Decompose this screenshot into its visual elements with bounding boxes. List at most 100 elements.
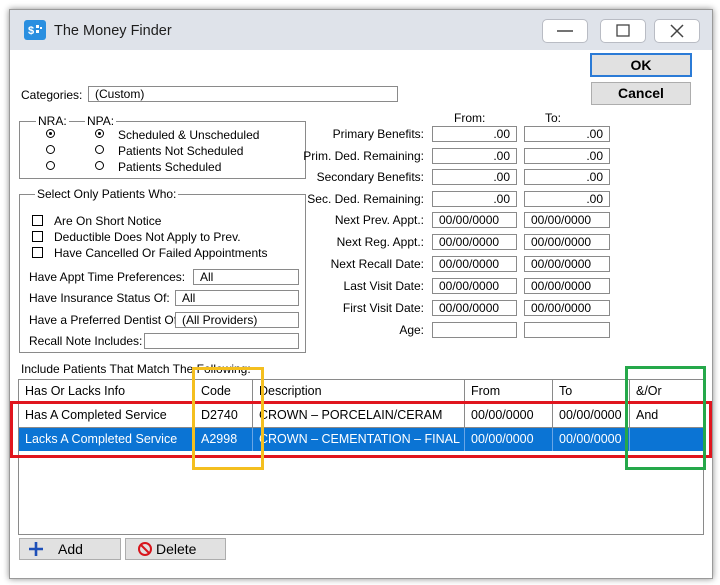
ok-label: OK — [630, 57, 652, 73]
to-header: To: — [545, 111, 562, 125]
range-from-field[interactable]: .00 — [432, 191, 517, 207]
title-bar: $ The Money Finder — [10, 10, 712, 50]
short-notice-label: Are On Short Notice — [54, 214, 162, 228]
range-label: First Visit Date: — [342, 301, 424, 315]
npa-radio-2[interactable] — [95, 161, 104, 170]
nra-label: NRA: — [36, 114, 69, 128]
match-table-caption: Include Patients That Match The Followin… — [21, 362, 251, 376]
delete-circle-icon — [138, 542, 152, 556]
table-cell: 00/00/0000 — [553, 404, 630, 427]
categories-label: Categories: — [21, 88, 83, 102]
range-label: Next Recall Date: — [330, 257, 424, 271]
match-table: Has Or Lacks Info Code Description From … — [18, 379, 704, 535]
app-icon: $ — [24, 20, 46, 40]
nra-radio-1[interactable] — [46, 145, 55, 154]
close-button[interactable] — [654, 19, 700, 43]
range-from-field[interactable] — [432, 322, 517, 338]
cancelled-failed-checkbox[interactable] — [32, 247, 43, 258]
cancel-button[interactable]: Cancel — [591, 82, 691, 105]
range-label: Next Prev. Appt.: — [334, 213, 424, 227]
range-label: Prim. Ded. Remaining: — [303, 149, 424, 163]
range-to-field[interactable]: 00/00/0000 — [524, 278, 610, 294]
range-label: Primary Benefits: — [332, 127, 424, 141]
range-label: Next Reg. Appt.: — [336, 235, 424, 249]
maximize-button[interactable] — [600, 19, 646, 43]
column-header[interactable]: To — [553, 380, 630, 403]
range-from-field[interactable]: .00 — [432, 148, 517, 164]
range-label: Age: — [399, 323, 424, 337]
range-from-field[interactable]: 00/00/0000 — [432, 256, 517, 272]
from-header: From: — [454, 111, 486, 125]
cancelled-failed-label: Have Cancelled Or Failed Appointments — [54, 246, 268, 260]
add-button[interactable]: Add — [19, 538, 121, 560]
cancel-label: Cancel — [618, 85, 664, 101]
insurance-status-label: Have Insurance Status Of: — [29, 291, 170, 305]
range-from-field[interactable]: 00/00/0000 — [432, 278, 517, 294]
table-cell: A2998 — [195, 428, 253, 451]
add-label: Add — [58, 541, 83, 557]
npa-label: NPA: — [85, 114, 117, 128]
table-cell: 00/00/0000 — [465, 404, 553, 427]
column-header[interactable]: &/Or — [630, 380, 703, 403]
column-header[interactable]: Has Or Lacks Info — [19, 380, 195, 403]
table-cell: CROWN – CEMENTATION – FINAL — [253, 428, 465, 451]
range-to-field[interactable]: .00 — [524, 169, 610, 185]
table-cell — [630, 428, 703, 451]
preferred-dentist-label: Have a Preferred Dentist Of: — [29, 313, 181, 327]
delete-button[interactable]: Delete — [125, 538, 226, 560]
range-to-field[interactable]: .00 — [524, 191, 610, 207]
status-option-label: Patients Not Scheduled — [118, 144, 244, 158]
deductible-checkbox[interactable] — [32, 231, 43, 242]
range-to-field[interactable]: 00/00/0000 — [524, 300, 610, 316]
deductible-label: Deductible Does Not Apply to Prev. — [54, 230, 241, 244]
range-label: Secondary Benefits: — [316, 170, 424, 184]
range-to-field[interactable]: 00/00/0000 — [524, 212, 610, 228]
appt-time-pref-label: Have Appt Time Preferences: — [29, 270, 186, 284]
maximize-icon — [616, 24, 630, 37]
status-option-label: Scheduled & Unscheduled — [118, 128, 260, 142]
table-cell: D2740 — [195, 404, 253, 427]
nra-radio-0[interactable] — [46, 129, 55, 138]
table-row-selected[interactable]: Lacks A Completed Service A2998 CROWN – … — [19, 428, 703, 451]
npa-radio-0[interactable] — [95, 129, 104, 138]
range-from-field[interactable]: 00/00/0000 — [432, 212, 517, 228]
table-header-row: Has Or Lacks Info Code Description From … — [19, 380, 703, 404]
range-to-field[interactable]: 00/00/0000 — [524, 234, 610, 250]
status-option-label: Patients Scheduled — [118, 160, 222, 174]
short-notice-checkbox[interactable] — [32, 215, 43, 226]
categories-field[interactable]: (Custom) — [88, 86, 398, 102]
recall-note-label: Recall Note Includes: — [29, 334, 143, 348]
minimize-button[interactable] — [542, 19, 588, 43]
range-to-field[interactable] — [524, 322, 610, 338]
table-row[interactable]: Has A Completed Service D2740 CROWN – PO… — [19, 404, 703, 428]
ok-button[interactable]: OK — [590, 53, 692, 77]
table-cell: CROWN – PORCELAIN/CERAM — [253, 404, 465, 427]
money-finder-window: $ The Money Finder OK Cancel Categories:… — [9, 9, 713, 579]
table-cell: 00/00/0000 — [553, 428, 630, 451]
range-from-field[interactable]: 00/00/0000 — [432, 234, 517, 250]
close-icon — [670, 24, 684, 38]
range-label: Sec. Ded. Remaining: — [307, 192, 424, 206]
column-header[interactable]: Code — [195, 380, 253, 403]
column-header[interactable]: Description — [253, 380, 465, 403]
range-to-field[interactable]: 00/00/0000 — [524, 256, 610, 272]
window-title: The Money Finder — [54, 23, 172, 39]
range-from-field[interactable]: 00/00/0000 — [432, 300, 517, 316]
table-cell: 00/00/0000 — [465, 428, 553, 451]
range-from-field[interactable]: .00 — [432, 126, 517, 142]
range-to-field[interactable]: .00 — [524, 126, 610, 142]
npa-radio-1[interactable] — [95, 145, 104, 154]
table-cell: And — [636, 408, 659, 422]
table-cell: Has A Completed Service — [19, 404, 195, 427]
table-cell: Lacks A Completed Service — [19, 428, 195, 451]
column-header[interactable]: From — [465, 380, 553, 403]
svg-text:$: $ — [28, 25, 34, 37]
range-label: Last Visit Date: — [343, 279, 424, 293]
nra-radio-2[interactable] — [46, 161, 55, 170]
select-only-title: Select Only Patients Who: — [35, 187, 179, 201]
plus-icon — [29, 542, 43, 556]
range-to-field[interactable]: .00 — [524, 148, 610, 164]
range-from-field[interactable]: .00 — [432, 169, 517, 185]
minimize-icon — [557, 30, 573, 32]
delete-label: Delete — [156, 541, 197, 557]
